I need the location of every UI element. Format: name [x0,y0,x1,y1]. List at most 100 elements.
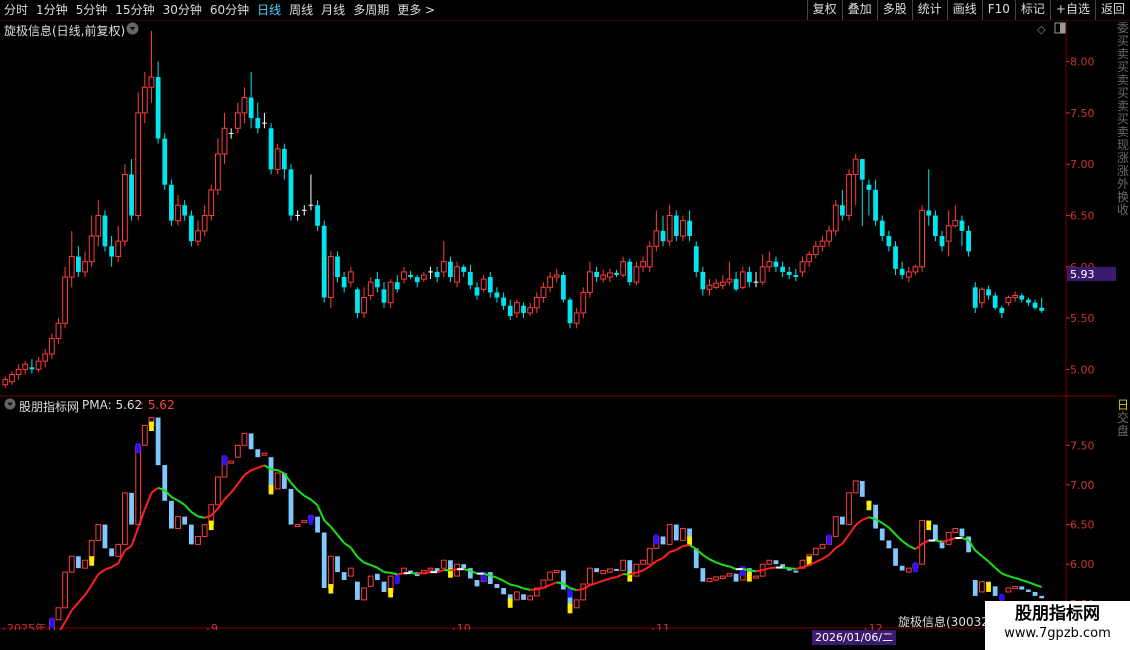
candle-down [109,246,115,257]
toolbar-button-2[interactable]: 多股 [876,0,912,20]
toolbar-button-6[interactable]: 标记 [1014,0,1050,20]
candle-down [248,97,254,119]
indicator-bar-violet [653,534,659,545]
indicator-bar-down [374,573,380,581]
toolbar-button-5[interactable]: F10 [981,0,1015,20]
pma-segment [981,555,990,563]
candle-up [454,266,460,283]
sub-y-tick-label: 6.00 [1070,558,1095,571]
toolbar-button-1[interactable]: 叠加 [841,0,877,20]
candle-down [859,159,865,180]
indicator-bar-down [169,500,174,529]
candle-up [2,379,9,386]
pma-segment [669,548,677,553]
indicator-bar-yellow [89,556,95,566]
diamond-icon[interactable]: ◇ [1037,23,1045,36]
indicator-bar-down [899,565,905,571]
y-tick-label: 7.50 [1070,107,1095,120]
pma-segment [888,526,897,536]
tab-8[interactable]: 月线 [317,0,349,20]
indicator-bar-up [274,472,281,490]
candle-up [15,368,22,375]
candle-up [653,230,660,247]
indicator-bar-yellow [567,603,573,614]
indicator-bar-up [580,583,587,601]
pma-segment [596,579,604,584]
candle-down [660,230,666,242]
tab-5[interactable]: 60分钟 [206,0,253,20]
current-price-label: 5.93 [1070,268,1095,281]
candle-up [148,76,155,88]
candle-up [587,271,593,293]
candle-up [201,215,208,232]
indicator-bar-up [327,555,334,589]
tab-2[interactable]: 5分钟 [72,0,112,20]
candle-up [573,312,580,324]
tab-10[interactable]: 更多 > [393,0,439,20]
tab-7[interactable]: 周线 [285,0,317,20]
kline-chart[interactable]: 8.00 7.50 7.00 6.50 6.00 5.50 5.00 7.50 7.00 6.50… [0,20,1116,630]
toolbar-buttons: 复权 叠加 多股 统计 画线 F10 标记 +自选 返回 [806,0,1130,20]
chart-labels: 5.93 [1067,266,1116,281]
tab-1[interactable]: 1分钟 [32,0,72,20]
pma-segment [715,561,724,566]
tab-9[interactable]: 多周期 [349,0,393,20]
candle-up [527,307,534,314]
candle-down [281,148,287,170]
indicator-bar-down [162,465,168,501]
candle-down [939,236,945,247]
indicator-bar-down [614,568,619,571]
indicator-bar-up [766,559,773,565]
indicator-dropdown-icon[interactable] [4,398,16,413]
pma-segment [243,469,252,476]
pma-segment [423,571,431,575]
pma-segment [363,561,372,566]
candle-up [95,215,102,237]
pma-segment [894,533,903,542]
candle-up [706,284,713,290]
toolbar-button-0[interactable]: 复权 [806,0,842,20]
indicator-bar-down [1039,595,1045,599]
candle-up [852,158,859,175]
toolbar-button-3[interactable]: 统计 [911,0,947,20]
candle-up [640,261,646,268]
candle-down [288,169,294,216]
toolbar-button-8[interactable]: 返回 [1094,0,1130,20]
candle-up [274,148,281,170]
panel-layout-icon[interactable] [1054,22,1066,37]
pma-segment [397,572,405,576]
pma-segment [722,563,730,568]
pma-segment [77,594,86,604]
candle-down [687,220,692,237]
indicator-bar-up [55,607,62,621]
candle-up [666,215,673,242]
candle-up [82,261,88,273]
pma-segment [675,545,684,551]
candle-down [567,299,573,324]
indicator-bar-down [594,568,599,573]
tab-4[interactable]: 30分钟 [159,0,206,20]
candle-down [188,215,194,242]
indicator-bar-down [288,488,294,525]
candle-down [1019,295,1025,300]
indicator-bar-down [248,433,254,450]
candle-up [719,281,726,286]
indicator-bar-down [155,417,161,466]
candle-up [759,266,766,283]
indicator-bar-up [726,573,733,577]
pma-segment [104,566,112,571]
candle-down [1026,299,1031,303]
settings-dropdown-icon[interactable] [126,22,139,38]
candle-down [521,305,526,313]
candle-up [806,253,813,263]
tab-6[interactable]: 日线 [253,0,285,20]
sub-y-tick-label: 7.00 [1070,479,1095,492]
toolbar-button-7[interactable]: +自选 [1049,0,1095,20]
toolbar-button-4[interactable]: 画线 [946,0,982,20]
indicator-bar-down [1032,591,1038,596]
y-tick-label: 6.50 [1070,210,1095,223]
indicator-bar-up [706,577,713,583]
y-tick-label: 5.50 [1070,312,1095,325]
tab-0[interactable]: 分时 [0,0,32,20]
tab-3[interactable]: 15分钟 [111,0,158,20]
